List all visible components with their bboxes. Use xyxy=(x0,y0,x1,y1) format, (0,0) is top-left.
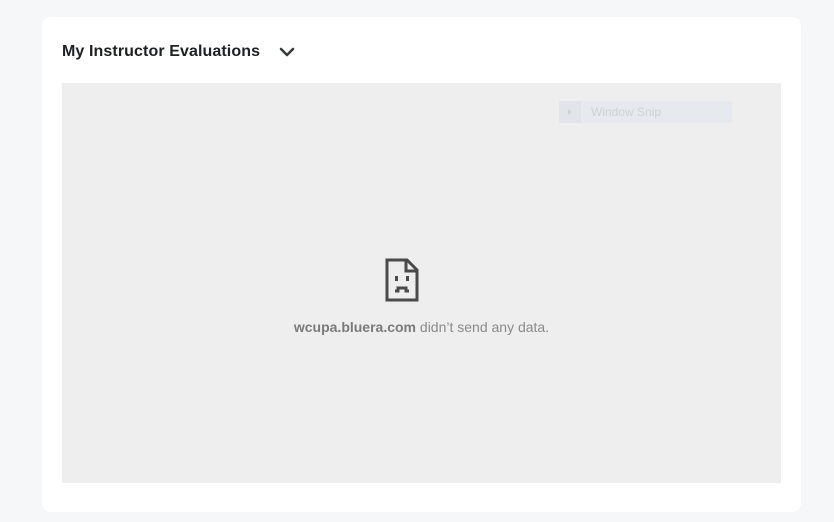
play-icon xyxy=(559,101,581,123)
widget-header: My Instructor Evaluations xyxy=(62,41,298,63)
error-host: wcupa.bluera.com xyxy=(293,319,417,335)
chevron-down-icon xyxy=(279,47,295,57)
widget-title: My Instructor Evaluations xyxy=(62,43,261,60)
instructor-evaluations-widget: My Instructor Evaluations Window Snip wc… xyxy=(42,17,801,512)
sad-page-icon xyxy=(385,258,419,302)
window-snip-label: Window Snip xyxy=(591,105,662,119)
collapse-toggle-button[interactable] xyxy=(276,41,298,63)
embedded-content-frame: Window Snip wcupa.bluera.com didn’t send… xyxy=(62,83,781,483)
error-text: didn’t send any data. xyxy=(416,319,550,335)
window-snip-overlay: Window Snip xyxy=(559,101,732,123)
error-message: wcupa.bluera.com didn’t send any data. xyxy=(62,319,781,335)
